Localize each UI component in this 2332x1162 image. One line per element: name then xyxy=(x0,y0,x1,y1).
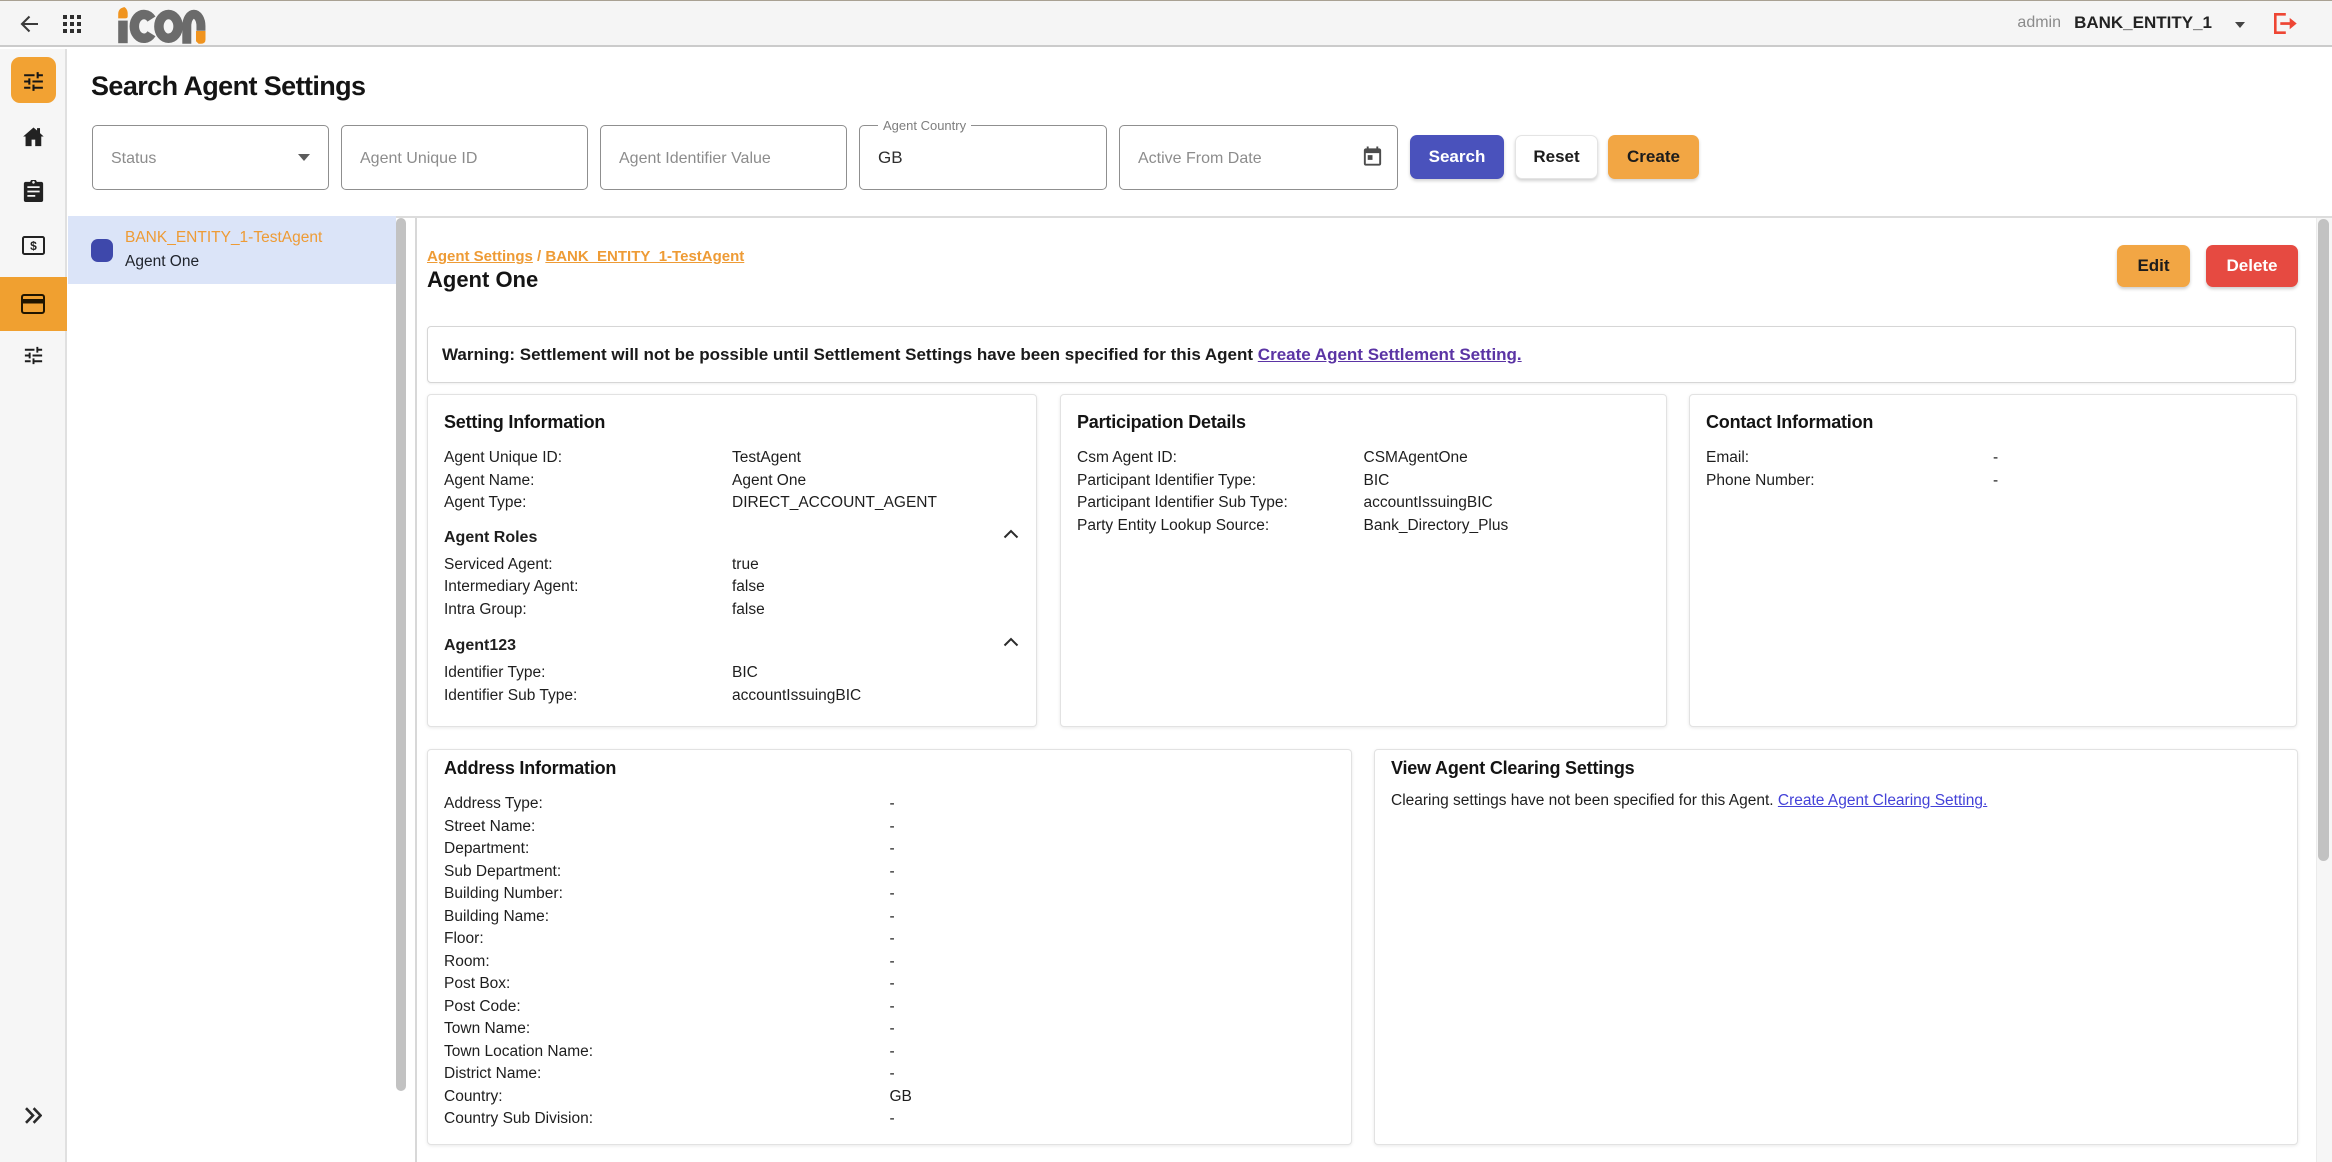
svg-text:$: $ xyxy=(30,239,37,253)
